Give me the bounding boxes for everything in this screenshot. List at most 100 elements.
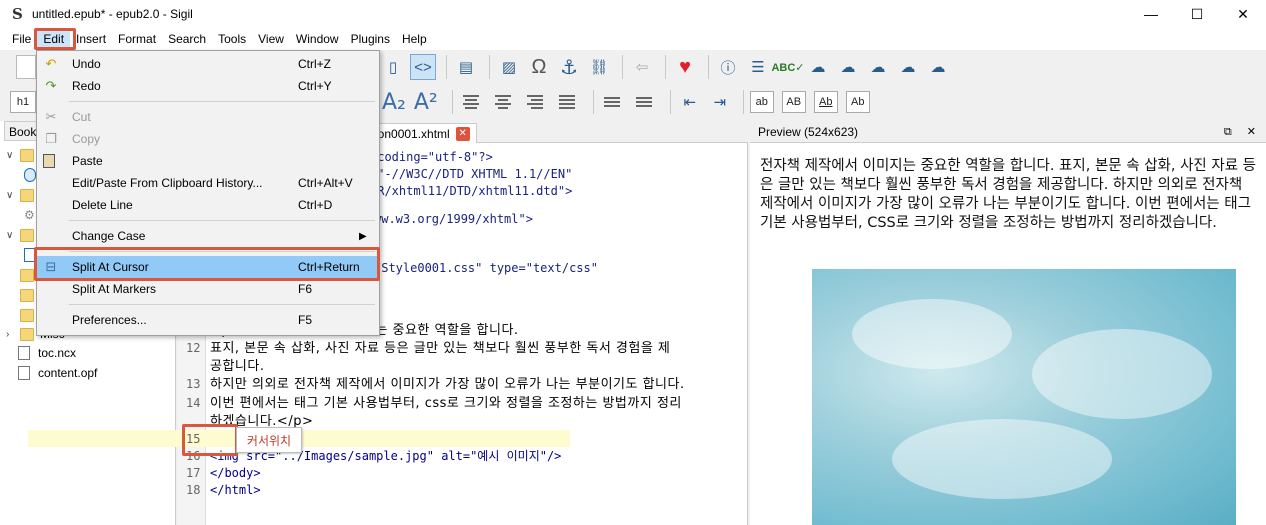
editor-tab-section0001[interactable]: ion0001.xhtml ✕ — [368, 123, 477, 143]
menu-search[interactable]: Search — [162, 30, 212, 48]
folder-icon — [20, 268, 34, 282]
capitalize-button[interactable]: Ab — [845, 91, 870, 113]
spellcheck-icon[interactable]: ABC✓ — [771, 54, 804, 80]
superscript-icon[interactable]: A² — [414, 90, 438, 115]
tree-folder-video[interactable] — [6, 305, 40, 325]
insert-special-char-icon[interactable]: Ω — [526, 54, 552, 80]
align-center-icon[interactable] — [491, 90, 515, 114]
decrease-indent-icon[interactable]: ⇤ — [677, 89, 703, 115]
folder-icon — [20, 288, 34, 302]
folder-icon — [20, 148, 34, 162]
menu-item-preferences[interactable]: Preferences... F5 — [37, 309, 379, 331]
bullet-list-icon[interactable] — [600, 90, 624, 114]
menu-edit[interactable]: Edit — [37, 30, 71, 48]
menu-view[interactable]: View — [252, 30, 290, 48]
clipboard-icon — [43, 154, 55, 168]
justify-icon[interactable] — [555, 90, 579, 114]
plugin-1-icon[interactable]: ☁ — [805, 54, 831, 80]
plugin-4-icon[interactable]: ☁ — [895, 54, 921, 80]
tree-folder-fonts[interactable] — [6, 265, 40, 285]
back-arrow-icon[interactable]: ⇦ — [629, 54, 655, 80]
tree-folder-styles[interactable]: ∨ — [6, 185, 40, 205]
chevron-right-icon[interactable]: › — [6, 329, 18, 340]
scissors-icon: ✂ — [45, 109, 57, 124]
tree-folder-text[interactable]: ∨ — [6, 145, 40, 165]
folder-icon — [20, 327, 34, 341]
plugin-2-icon[interactable]: ☁ — [835, 54, 861, 80]
menu-item-cut[interactable]: ✂ Cut — [37, 106, 379, 128]
chevron-down-icon[interactable]: ∨ — [6, 150, 18, 161]
menu-item-redo[interactable]: ↷ Redo Ctrl+Y — [37, 75, 379, 97]
titlecase-button[interactable]: Ab — [813, 91, 838, 113]
menu-item-split-at-markers[interactable]: Split At Markers F6 — [37, 278, 379, 300]
subscript-icon[interactable]: A₂ — [382, 90, 406, 115]
split-icon: ⊟ — [45, 259, 57, 274]
folder-icon — [20, 228, 34, 242]
align-right-icon[interactable] — [523, 90, 547, 114]
uppercase-button[interactable]: AB — [781, 91, 806, 113]
align-left-icon[interactable] — [459, 90, 483, 114]
menu-item-paste[interactable]: Paste — [37, 150, 379, 172]
preview-float-close-icon[interactable]: ⧉ ✕ — [1224, 125, 1262, 139]
undo-icon: ↶ — [45, 56, 57, 71]
metadata-icon[interactable]: ▤ — [453, 54, 479, 80]
preview-panel: Preview (524x623) ⧉ ✕ 전자책 제작에서 이미지는 중요한 … — [750, 121, 1266, 525]
preview-paragraph: 전자책 제작에서 이미지는 중요한 역할을 합니다. 표지, 본문 속 삽화, … — [760, 158, 1257, 231]
increase-indent-icon[interactable]: ⇥ — [707, 89, 733, 115]
donate-heart-icon[interactable]: ♥ — [672, 54, 698, 80]
menu-item-delete-line[interactable]: Delete Line Ctrl+D — [37, 194, 379, 216]
menu-insert[interactable]: Insert — [70, 30, 112, 48]
preview-title: Preview (524x623) — [758, 125, 859, 139]
book-view-icon[interactable]: ▯ — [380, 54, 406, 80]
menu-format[interactable]: Format — [112, 30, 162, 48]
maximize-button[interactable]: ☐ — [1174, 0, 1220, 28]
menu-bar: File Edit Insert Format Search Tools Vie… — [0, 28, 1266, 50]
tree-label-opf: content.opf — [38, 366, 98, 380]
preview-header: Preview (524x623) ⧉ ✕ — [750, 121, 1266, 143]
insert-image-icon[interactable]: ▨ — [496, 54, 522, 80]
book-browser-tab[interactable]: Book — [4, 121, 40, 141]
menu-item-change-case[interactable]: Change Case ▶ — [37, 225, 379, 247]
numbered-list-icon[interactable] — [632, 90, 656, 114]
close-tab-icon[interactable]: ✕ — [455, 126, 470, 141]
css-file-icon: ⚙ — [24, 208, 36, 222]
tree-file-toc[interactable]: toc.ncx — [18, 343, 76, 363]
menu-item-clipboard-history[interactable]: Edit/Paste From Clipboard History... Ctr… — [37, 172, 379, 194]
redo-icon: ↷ — [45, 78, 57, 93]
info-icon[interactable]: ⓘ — [715, 54, 741, 80]
reports-icon[interactable]: ☰ — [745, 54, 771, 80]
close-button[interactable]: ✕ — [1220, 0, 1266, 28]
menu-item-undo[interactable]: ↶ Undo Ctrl+Z — [37, 53, 379, 75]
menu-plugins[interactable]: Plugins — [345, 30, 396, 48]
preview-sky-image — [812, 269, 1236, 525]
menu-help[interactable]: Help — [396, 30, 433, 48]
minimize-button[interactable]: — — [1128, 0, 1174, 28]
chevron-down-icon[interactable]: ∨ — [6, 230, 18, 241]
insert-link-icon[interactable]: ⛓ — [586, 54, 612, 80]
heading-selector[interactable]: h1 — [10, 91, 36, 113]
chevron-down-icon[interactable]: ∨ — [6, 190, 18, 201]
lowercase-button[interactable]: ab — [749, 91, 774, 113]
cursor-position-label: 커서위치 — [236, 427, 302, 453]
folder-icon — [20, 188, 34, 202]
menu-item-split-at-cursor[interactable]: ⊟ Split At Cursor Ctrl+Return — [37, 256, 379, 278]
insert-anchor-icon[interactable]: ⚓ — [556, 54, 582, 80]
submenu-arrow-icon: ▶ — [359, 230, 367, 242]
new-file-icon[interactable] — [16, 55, 36, 79]
tree-folder-audio[interactable] — [6, 285, 40, 305]
folder-icon — [20, 308, 34, 322]
plugin-3-icon[interactable]: ☁ — [865, 54, 891, 80]
tree-file-opf[interactable]: content.opf — [18, 363, 97, 383]
menu-file[interactable]: File — [6, 30, 37, 48]
image-file-icon — [24, 248, 36, 262]
title-bar: S untitled.epub* - epub2.0 - Sigil — ☐ ✕ — [0, 0, 1266, 28]
code-view-icon[interactable]: <> — [410, 54, 436, 80]
menu-window[interactable]: Window — [290, 30, 345, 48]
edit-menu-dropdown: ↶ Undo Ctrl+Z ↷ Redo Ctrl+Y ✂ Cut ❐ Copy… — [36, 50, 380, 336]
tree-folder-images[interactable]: ∨ — [6, 225, 40, 245]
file-icon — [18, 346, 30, 360]
menu-tools[interactable]: Tools — [212, 30, 252, 48]
tree-label-toc: toc.ncx — [38, 346, 77, 360]
menu-item-copy[interactable]: ❐ Copy — [37, 128, 379, 150]
plugin-5-icon[interactable]: ☁ — [925, 54, 951, 80]
